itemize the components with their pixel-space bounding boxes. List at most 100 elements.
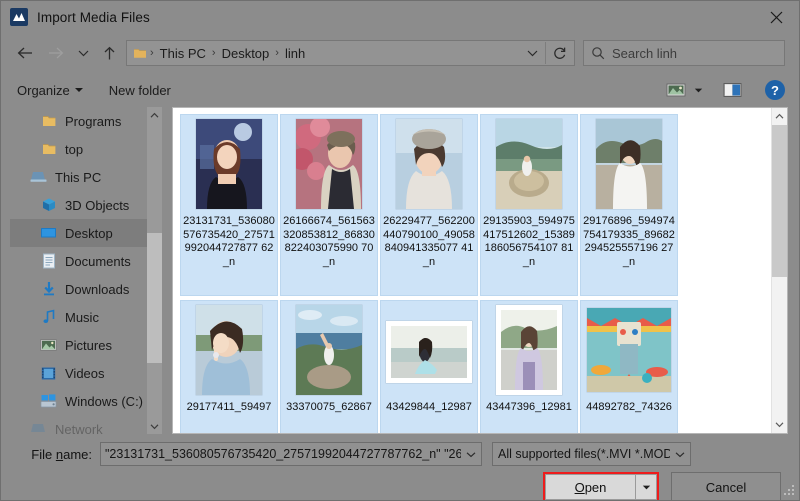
sidebar-item-documents[interactable]: Documents (10, 247, 162, 275)
sidebar-item-windows-c[interactable]: Windows (C:) (10, 387, 162, 415)
help-label: ? (771, 82, 779, 98)
thumbnail (587, 308, 671, 392)
breadcrumb-item-this-pc[interactable]: This PC (155, 44, 211, 63)
list-item[interactable]: 23131731_536080576735420_275719920447278… (180, 114, 278, 296)
close-button[interactable] (753, 1, 799, 33)
file-name-row: File name: "23131731_536080576735420_275… (10, 439, 785, 469)
new-folder-button[interactable]: New folder (109, 83, 171, 98)
sidebar-item-network[interactable]: Network (10, 415, 162, 434)
list-item[interactable]: 33370075_62867 (280, 300, 378, 433)
chevron-down-icon[interactable] (772, 416, 788, 433)
sidebar-item-label: Pictures (65, 337, 112, 353)
file-list-scroll-thumb[interactable] (771, 125, 787, 277)
sidebar-item-label: top (65, 141, 84, 157)
sidebar-item-pictures[interactable]: Pictures (10, 331, 162, 359)
sidebar-item-label: Windows (C:) (65, 393, 144, 409)
thumbnail (496, 119, 562, 209)
chevron-up-icon[interactable] (772, 108, 788, 125)
breadcrumb-item-desktop[interactable]: Desktop (217, 44, 275, 63)
file-grid[interactable]: 23131731_536080576735420_275719920447278… (173, 108, 771, 433)
list-item-label: 43429844_12987 (386, 401, 472, 413)
file-list-pane[interactable]: 23131731_536080576735420_275719920447278… (172, 107, 788, 434)
sidebar-item-this-pc[interactable]: This PC (10, 163, 162, 191)
list-item[interactable]: 26166674_561563320853812_868308224030759… (280, 114, 378, 296)
breadcrumb-item-linh[interactable]: linh (280, 44, 310, 63)
videos-icon (40, 365, 57, 382)
back-arrow-icon[interactable] (10, 39, 40, 67)
list-item[interactable]: 29135903_594975417512602_153891860567541… (480, 114, 578, 296)
resize-grip[interactable] (784, 485, 796, 497)
list-item-label: 43447396_12981 (486, 401, 572, 413)
address-dropdown-chevron-down-icon[interactable] (519, 41, 545, 65)
view-picture-icon[interactable] (663, 79, 689, 101)
sidebar-item-music[interactable]: Music (10, 303, 162, 331)
list-item-label: 29135903_594975417512602_153891860567541… (483, 215, 575, 268)
music-icon (40, 309, 57, 326)
window-title: Import Media Files (37, 9, 150, 25)
open-button[interactable]: Open (545, 474, 635, 500)
sidebar-item-desktop[interactable]: Desktop (10, 219, 162, 247)
list-item[interactable]: 43429844_12987 (380, 300, 478, 433)
thumbnail (296, 305, 362, 395)
list-item-label: 26166674_561563320853812_868308224030759… (283, 215, 375, 268)
sidebar-item-3d-objects[interactable]: 3D Objects (10, 191, 162, 219)
list-item-label: 44892782_74326 (586, 401, 672, 413)
thumbnail (596, 119, 662, 209)
3d-objects-icon (40, 197, 57, 214)
list-item[interactable]: 43447396_12981 (480, 300, 578, 433)
this-pc-icon (30, 169, 47, 186)
desktop-icon (40, 225, 57, 242)
breadcrumb[interactable]: › This PC › Desktop › linh (127, 44, 519, 63)
address-bar[interactable]: › This PC › Desktop › linh (126, 40, 575, 66)
search-box[interactable]: Search linh (583, 40, 785, 66)
organize-button[interactable]: Organize (17, 83, 83, 98)
file-type-filter-value[interactable]: All supported files(*.MVI *.MOD (493, 447, 670, 461)
sidebar-item-videos[interactable]: Videos (10, 359, 162, 387)
search-icon (584, 46, 612, 60)
preview-pane-icon[interactable] (717, 79, 747, 101)
thumbnail (386, 321, 472, 383)
chevron-down-icon[interactable] (147, 418, 162, 434)
up-arrow-icon[interactable] (96, 39, 122, 67)
file-name-value[interactable]: "23131731_536080576735420_27571992044727… (101, 447, 461, 461)
sidebar-item-programs[interactable]: Programs (10, 107, 162, 135)
file-type-filter-select[interactable]: All supported files(*.MVI *.MOD (492, 442, 691, 466)
list-item[interactable]: 44892782_74326 (580, 300, 678, 433)
recent-locations-chevron-down-icon[interactable] (70, 39, 96, 67)
import-media-files-dialog: Import Media Files › This PC › Desktop ›… (0, 0, 800, 501)
dialog-footer: File name: "23131731_536080576735420_275… (1, 439, 799, 500)
chevron-down-icon (74, 88, 83, 92)
list-item-label: 29177411_59497 (186, 401, 272, 413)
nav-scroll-track[interactable] (147, 123, 162, 418)
list-item[interactable]: 29177411_59497 (180, 300, 278, 433)
refresh-icon[interactable] (546, 41, 574, 65)
list-item[interactable]: 26229477_562200440790100_490588409413350… (380, 114, 478, 296)
search-input[interactable]: Search linh (612, 46, 677, 61)
open-label-accel: O (574, 479, 585, 495)
help-icon[interactable]: ? (765, 80, 785, 100)
thumbnail (196, 119, 262, 209)
documents-icon (40, 253, 57, 270)
file-type-filter-chevron-down-icon[interactable] (670, 443, 690, 465)
file-list-scroll-track[interactable] (771, 125, 787, 416)
list-item[interactable]: 29176896_594974754179335_896822945255571… (580, 114, 678, 296)
list-item-label: 33370075_62867 (286, 401, 372, 413)
file-name-label-post: ame: (63, 446, 92, 462)
sidebar-item-downloads[interactable]: Downloads (10, 275, 162, 303)
view-options-chevron-down-icon[interactable] (689, 79, 707, 101)
sidebar-item-top[interactable]: top (10, 135, 162, 163)
organize-label: Organize (17, 82, 70, 98)
nav-scroll-thumb[interactable] (147, 233, 162, 363)
cancel-button[interactable]: Cancel (671, 472, 781, 500)
sidebar-item-label: This PC (55, 169, 102, 185)
open-split-caret-down-icon[interactable] (635, 474, 657, 500)
list-item-label: 26229477_562200440790100_490588409413350… (383, 215, 475, 268)
chevron-up-icon[interactable] (147, 107, 162, 123)
file-name-input[interactable]: "23131731_536080576735420_27571992044727… (100, 442, 482, 466)
open-button-highlight: Open (543, 472, 659, 500)
file-name-chevron-down-icon[interactable] (461, 443, 481, 465)
file-list-scrollbar[interactable] (771, 108, 787, 433)
forward-arrow-icon (40, 39, 70, 67)
folder-icon (133, 46, 147, 60)
navigation-pane-scrollbar[interactable] (147, 107, 162, 434)
